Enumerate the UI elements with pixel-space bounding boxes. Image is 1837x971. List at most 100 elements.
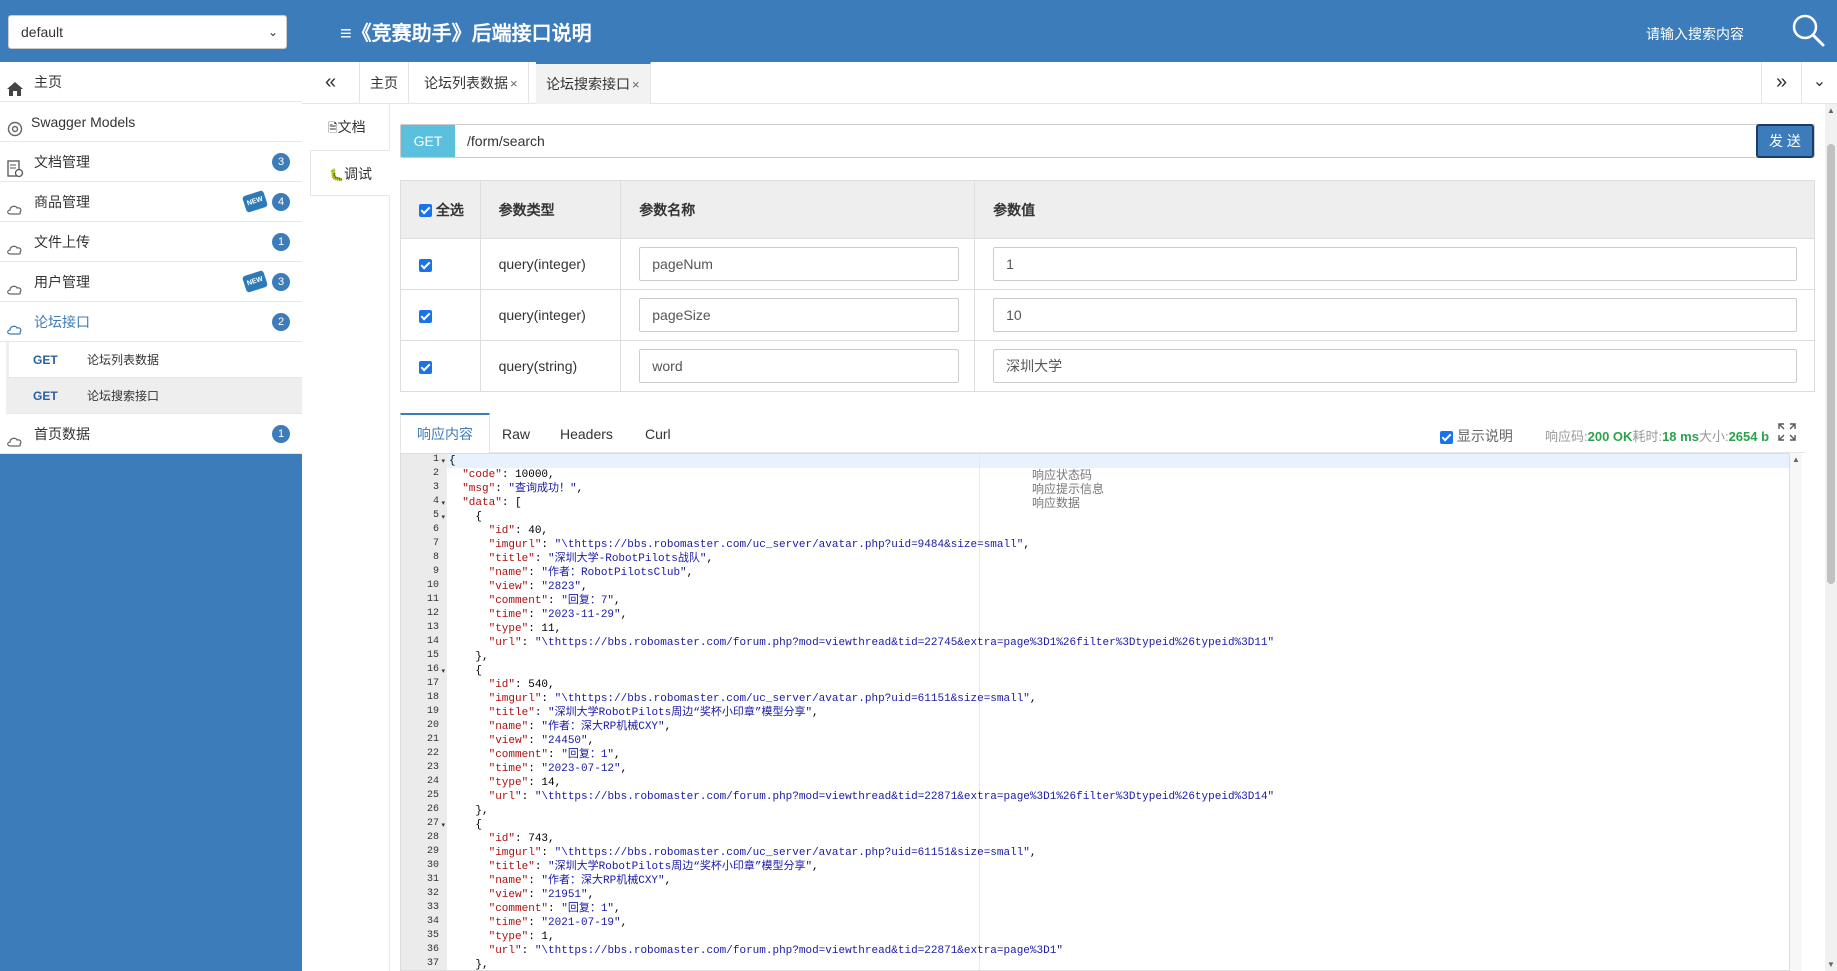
tab-forum-list[interactable]: 论坛列表数据 ×	[414, 62, 529, 104]
sidebar-item-file-upload[interactable]: 文件上传 1	[0, 222, 302, 262]
top-header: default ⌄ ≡《竞赛助手》后端接口说明 请输入搜索内容	[0, 0, 1837, 62]
tab-response-content[interactable]: 响应内容	[400, 413, 490, 454]
cloud-icon	[6, 313, 24, 335]
param-name-input[interactable]: pageNum	[639, 247, 960, 281]
sidebar-item-label: 首页数据	[34, 426, 90, 442]
tab-home[interactable]: 主页	[360, 62, 409, 104]
line-number: 5	[432, 510, 439, 521]
line-number: 22	[426, 748, 439, 759]
fold-toggle-icon[interactable]: ▾	[441, 667, 445, 675]
sidebar: 主页 Swagger Models 文档管理 3 商品管理 NEW 4 文件上传…	[0, 62, 302, 971]
tab-menu-dropdown-button[interactable]: ⌄	[1801, 62, 1837, 104]
code-line: },	[449, 959, 489, 971]
tab-document[interactable]: 🗎文档	[310, 104, 390, 150]
response-size: 2654 b	[1728, 429, 1770, 444]
home-icon	[6, 73, 24, 96]
sidebar-item-home-data[interactable]: 首页数据 1	[0, 414, 302, 454]
param-value-input[interactable]: 10	[993, 298, 1798, 332]
sidebar-item-user-manage[interactable]: 用户管理 NEW 3	[0, 262, 302, 302]
fullscreen-icon[interactable]	[1778, 423, 1796, 441]
line-number: 18	[426, 692, 439, 703]
tab-scroll-right-button[interactable]: »	[1761, 62, 1801, 104]
group-select[interactable]: default ⌄	[8, 15, 287, 49]
line-number: 4	[432, 496, 439, 507]
row-checkbox[interactable]	[419, 309, 432, 323]
field-description: 响应状态码	[1032, 468, 1093, 482]
line-number: 23	[426, 762, 439, 773]
line-number: 16	[426, 664, 439, 675]
line-number: 37	[426, 958, 439, 969]
tab-raw[interactable]: Raw	[486, 413, 546, 453]
tab-headers[interactable]: Headers	[544, 413, 629, 453]
code-line: "time": "2023-11-29",	[488, 609, 628, 621]
count-badge: 2	[272, 313, 290, 331]
show-description-checkbox[interactable]	[1440, 430, 1453, 444]
new-badge: NEW	[241, 270, 269, 293]
tab-bar: « 主页 论坛列表数据 × 论坛搜索接口 × » ⌄	[302, 62, 1837, 104]
fold-toggle-icon[interactable]: ▾	[441, 821, 445, 829]
header-label: 全选	[435, 201, 464, 218]
editor-scrollbar[interactable]: ▲	[1790, 453, 1802, 971]
sidebar-item-home[interactable]: 主页	[0, 62, 302, 102]
sidebar-menu: 主页 Swagger Models 文档管理 3 商品管理 NEW 4 文件上传…	[0, 62, 302, 454]
cloud-icon	[6, 233, 24, 255]
scroll-up-icon[interactable]: ▲	[1825, 106, 1837, 115]
search-input[interactable]: 请输入搜索内容	[1646, 24, 1744, 44]
tab-forum-search[interactable]: 论坛搜索接口 ×	[536, 62, 651, 104]
document-icon: 🗎	[328, 121, 338, 135]
tab-scroll-left-button[interactable]: «	[302, 62, 360, 104]
row-checkbox[interactable]	[419, 258, 432, 272]
code-line: "comment": "回复：1",	[488, 903, 621, 915]
close-icon[interactable]: ×	[510, 76, 518, 91]
param-type: query(string)	[479, 340, 622, 392]
sidebar-item-label: 主页	[34, 74, 62, 90]
scroll-up-icon[interactable]: ▲	[1792, 455, 1800, 464]
fold-toggle-icon[interactable]: ▾	[441, 457, 445, 465]
code-line: "data": [	[462, 497, 522, 509]
sidebar-item-forum-api[interactable]: 论坛接口 2	[0, 302, 302, 342]
sidebar-item-swagger-models[interactable]: Swagger Models	[0, 102, 302, 142]
fold-toggle-icon[interactable]: ▾	[441, 513, 445, 521]
sidebar-subitem-forum-search[interactable]: GET 论坛搜索接口	[6, 378, 302, 414]
tab-debug[interactable]: 🐛调试	[310, 150, 390, 196]
chevron-down-icon: ⌄	[267, 25, 278, 39]
row-checkbox[interactable]	[419, 360, 432, 374]
close-icon[interactable]: ×	[632, 77, 640, 92]
param-name-input[interactable]: word	[639, 349, 960, 383]
cube-icon	[6, 113, 24, 137]
param-value-input[interactable]: 1	[993, 247, 1798, 281]
param-value-input[interactable]: 深圳大学	[993, 349, 1798, 383]
tab-curl[interactable]: Curl	[629, 413, 687, 453]
select-all-checkbox[interactable]	[419, 204, 432, 218]
code-line: "title": "深圳大学-RobotPilots战队",	[488, 553, 714, 565]
line-number: 33	[426, 902, 439, 913]
search-icon[interactable]	[1790, 12, 1826, 48]
fold-toggle-icon[interactable]: ▾	[441, 499, 445, 507]
show-description-toggle[interactable]: 显示说明	[1440, 426, 1513, 446]
code-line: "id": 540,	[488, 679, 555, 691]
code-line: "time": "2021-07-19",	[488, 917, 628, 929]
request-url-bar: GET /form/search	[400, 124, 1815, 158]
sidebar-subitem-forum-list[interactable]: GET 论坛列表数据	[6, 342, 302, 378]
table-row: query(integer) pageNum 1	[400, 238, 1815, 290]
sidebar-item-goods-manage[interactable]: 商品管理 NEW 4	[0, 182, 302, 222]
header-param-name: 参数名称	[620, 180, 976, 239]
bug-icon: 🐛	[329, 168, 344, 182]
cloud-icon	[6, 425, 24, 447]
code-line: },	[449, 651, 489, 663]
line-number: 7	[432, 538, 439, 549]
code-line: "url": "\thttps://bbs.robomaster.com/for…	[488, 791, 1275, 803]
line-number: 26	[426, 804, 439, 815]
request-url-input[interactable]: /form/search	[467, 125, 545, 157]
page-scrollbar[interactable]: ▲ ▼	[1825, 104, 1837, 971]
sidebar-item-doc-manage[interactable]: 文档管理 3	[0, 142, 302, 182]
line-number: 24	[426, 776, 439, 787]
scroll-down-icon[interactable]: ▼	[1825, 960, 1837, 969]
scrollbar-thumb[interactable]	[1827, 144, 1835, 584]
method-label: GET	[33, 353, 58, 367]
select-all-header[interactable]: 全选	[400, 180, 481, 239]
response-code-editor[interactable]: 1 ▾ 2 3 4 ▾ 5 ▾ 6 7 8 9 10 11 12 13 14 15 16 ▾ 17 18 19 20 21 22 2…	[400, 453, 1790, 971]
param-name-input[interactable]: pageSize	[639, 298, 960, 332]
send-button[interactable]: 发 送	[1756, 124, 1814, 158]
line-number: 13	[426, 622, 439, 633]
